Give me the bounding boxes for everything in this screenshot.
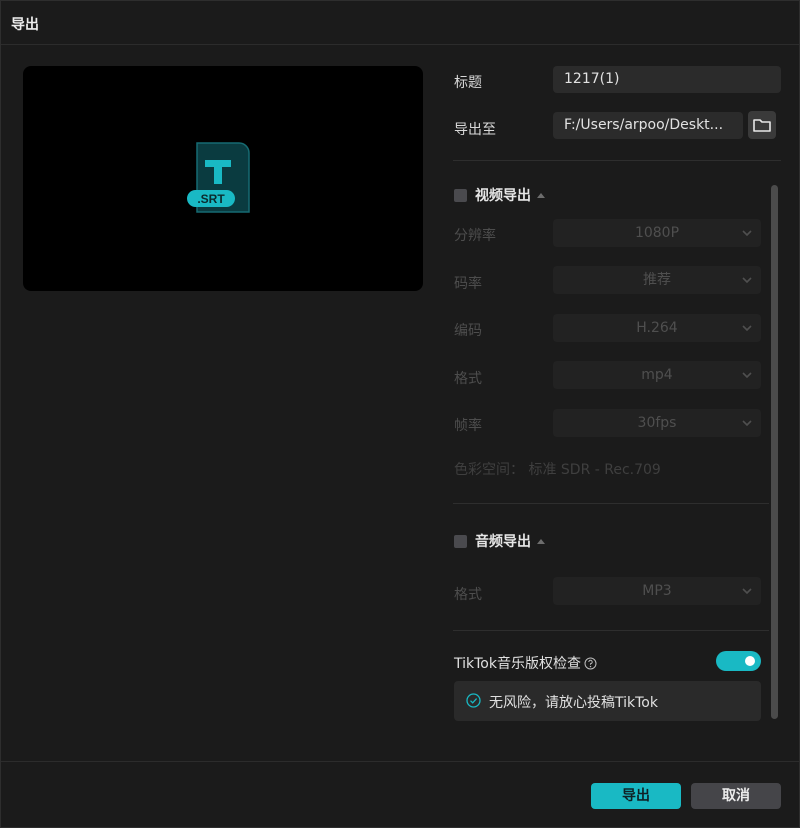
framerate-select[interactable]: 30fps	[553, 409, 761, 437]
tiktok-check-toggle[interactable]	[716, 651, 761, 671]
resolution-label: 分辨率	[454, 228, 496, 244]
tiktok-check-result: 无风险，请放心投稿TikTok	[454, 681, 761, 721]
video-export-title: 视频导出	[475, 188, 531, 204]
browse-folder-button[interactable]	[748, 111, 776, 139]
codec-select[interactable]: H.264	[553, 314, 761, 342]
export-button[interactable]: 导出	[591, 783, 681, 809]
title-input[interactable]: 1217(1)	[553, 66, 781, 93]
codec-label: 编码	[454, 323, 482, 339]
export-dialog: 导出 .SRT 标题 1217(1) 导出至 F:/Users/arpoo/De…	[0, 0, 800, 828]
divider	[453, 503, 769, 504]
chevron-down-icon	[742, 588, 752, 595]
preview-panel: .SRT	[23, 66, 423, 291]
format-select[interactable]: mp4	[553, 361, 761, 389]
export-path-input[interactable]: F:/Users/arpoo/Deskt...	[553, 112, 743, 139]
bitrate-label: 码率	[454, 276, 482, 292]
format-value: mp4	[641, 367, 673, 383]
divider	[453, 160, 781, 161]
bitrate-select[interactable]: 推荐	[553, 266, 761, 294]
export-to-label: 导出至	[454, 122, 496, 138]
dialog-title: 导出	[11, 17, 39, 33]
toggle-knob	[745, 656, 755, 666]
scrollbar[interactable]	[771, 185, 778, 719]
footer-divider	[1, 761, 799, 762]
resolution-value: 1080P	[634, 225, 680, 241]
cancel-button[interactable]: 取消	[691, 783, 781, 809]
codec-value: H.264	[636, 320, 678, 336]
title-bar: 导出	[1, 1, 799, 45]
audio-format-value: MP3	[642, 583, 672, 599]
chevron-down-icon	[742, 230, 752, 237]
color-space-text: 色彩空间： 标准 SDR - Rec.709	[454, 462, 661, 478]
help-icon[interactable]	[584, 657, 597, 670]
audio-export-title: 音频导出	[475, 534, 531, 550]
divider	[453, 630, 769, 631]
format-label: 格式	[454, 371, 482, 387]
audio-format-select[interactable]: MP3	[553, 577, 761, 605]
audio-export-checkbox[interactable]	[454, 534, 467, 548]
chevron-down-icon	[742, 277, 752, 284]
bitrate-value: 推荐	[643, 272, 671, 288]
video-export-checkbox[interactable]	[454, 188, 467, 202]
audio-export-header[interactable]: 音频导出	[454, 531, 545, 551]
chevron-down-icon	[742, 420, 752, 427]
video-export-header[interactable]: 视频导出	[454, 185, 545, 205]
framerate-label: 帧率	[454, 418, 482, 434]
chevron-down-icon	[742, 372, 752, 379]
framerate-value: 30fps	[637, 415, 677, 431]
collapse-caret-icon[interactable]	[537, 192, 545, 198]
tiktok-check-row: TikTok音乐版权检查	[454, 653, 597, 673]
srt-file-icon: .SRT	[187, 142, 250, 213]
tiktok-check-label: TikTok音乐版权检查	[454, 656, 581, 672]
audio-format-label: 格式	[454, 587, 482, 603]
srt-badge-text: .SRT	[197, 192, 225, 206]
check-circle-icon	[466, 693, 481, 708]
resolution-select[interactable]: 1080P	[553, 219, 761, 247]
collapse-caret-icon[interactable]	[537, 538, 545, 544]
chevron-down-icon	[742, 325, 752, 332]
title-label: 标题	[454, 75, 482, 91]
tiktok-check-result-text: 无风险，请放心投稿TikTok	[489, 695, 658, 711]
folder-icon	[753, 119, 771, 132]
